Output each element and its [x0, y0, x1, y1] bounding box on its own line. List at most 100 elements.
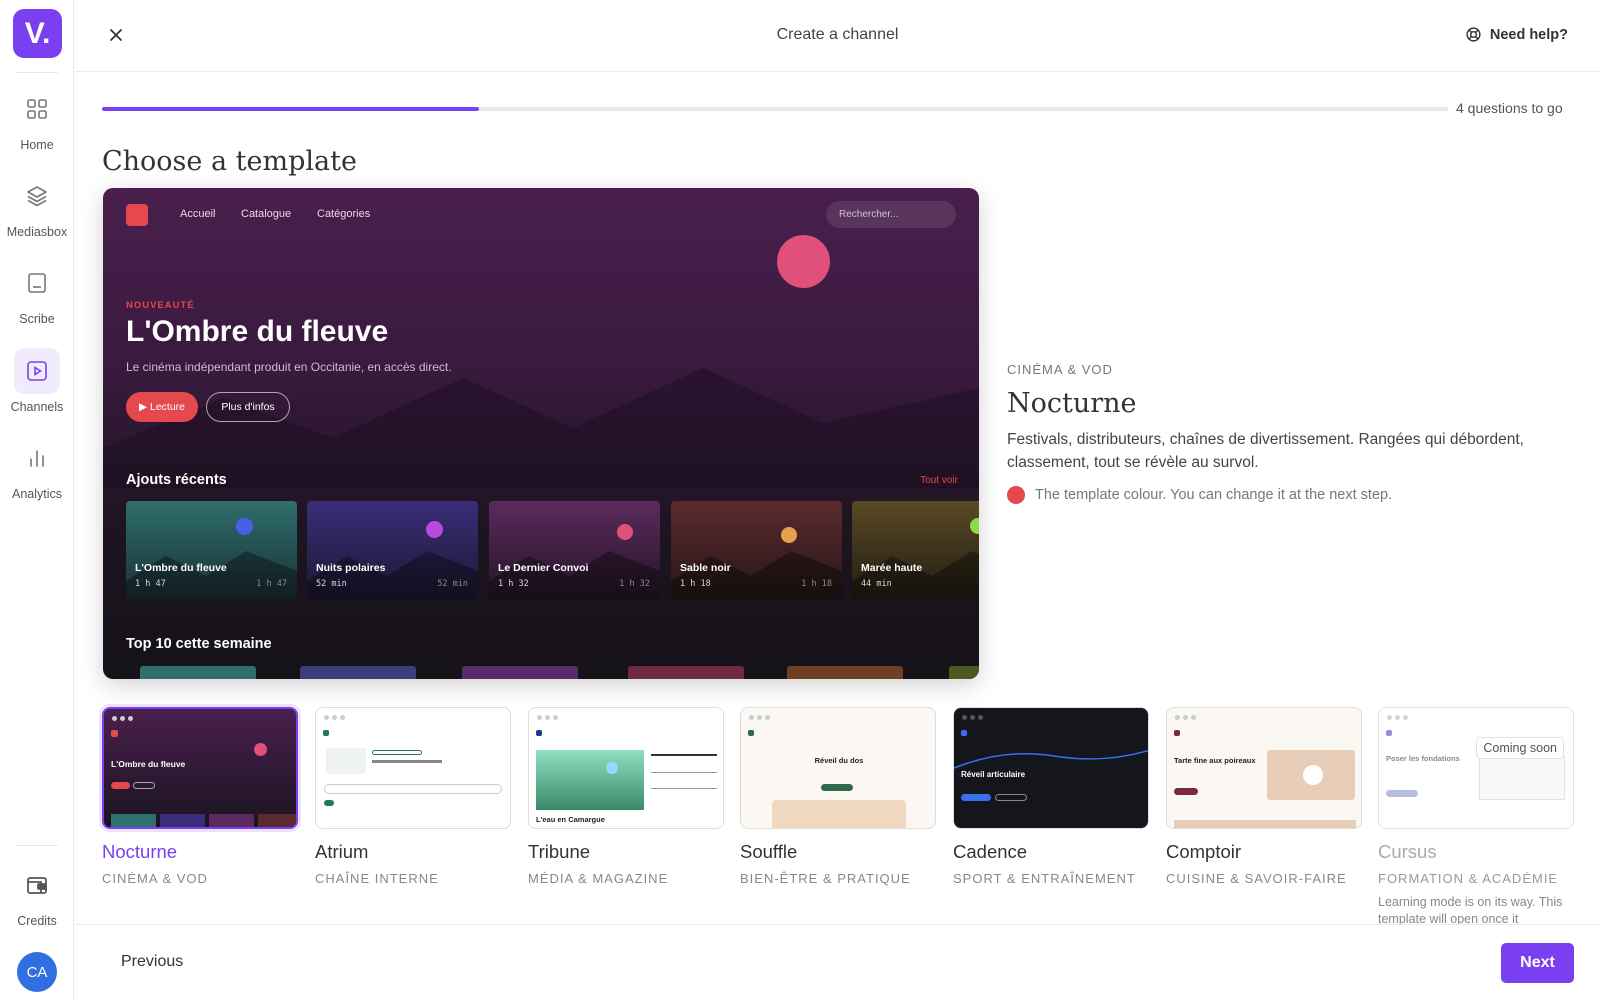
preview-top-card: [787, 666, 903, 679]
thumb-image: [1267, 750, 1355, 800]
template-thumbnail: Réveil du dos: [740, 707, 936, 829]
template-description: Festivals, distributeurs, chaînes de div…: [1007, 431, 1524, 471]
thumb-badge: [372, 750, 422, 755]
thumb-title: Tarte fine aux poireaux: [1174, 756, 1256, 765]
template-card-nocturne[interactable]: L'Ombre du fleuve Nocturne CINÉMA & VOD: [102, 707, 298, 886]
card-duration: 1 h 18: [801, 579, 832, 589]
card-title: Sable noir: [680, 562, 731, 574]
help-button[interactable]: Need help?: [1465, 26, 1568, 43]
template-card-cursus[interactable]: Poser les fondations Coming soon Cursus …: [1378, 707, 1574, 926]
card-circle: [617, 524, 633, 540]
coming-soon-badge: Coming soon: [1476, 737, 1564, 759]
sidebar-item-channels[interactable]: Channels: [0, 348, 74, 432]
play-square-icon: [14, 348, 60, 394]
template-category: CINÉMA & VOD: [1007, 362, 1113, 377]
preview-card: Le Dernier Convoi 1 h 32 1 h 32: [489, 501, 660, 599]
sidebar-item-label: Channels: [10, 400, 64, 414]
window-dots: [749, 715, 770, 720]
help-label: Need help?: [1489, 26, 1568, 43]
sidebar-item-analytics[interactable]: Analytics: [0, 435, 74, 519]
progress-fill: [102, 107, 479, 111]
avatar[interactable]: CA: [17, 952, 57, 992]
thumb-row: [1174, 820, 1356, 828]
card-circle: [970, 518, 979, 534]
thumb-plate: [1303, 765, 1323, 785]
next-button[interactable]: Next: [1501, 943, 1574, 983]
previous-button[interactable]: Previous: [121, 953, 183, 971]
sidebar-item-scribe[interactable]: Scribe: [0, 260, 74, 344]
template-card-souffle[interactable]: Réveil du dos Souffle BIEN-ÊTRE & PRATIQ…: [740, 707, 936, 886]
thumb-rule: [651, 788, 717, 789]
thumb-title: Poser les fondations: [1386, 754, 1460, 763]
template-card-atrium[interactable]: Atrium CHAÎNE INTERNE: [315, 707, 511, 886]
app-logo[interactable]: V.: [13, 9, 62, 58]
card-duration: 1 h 47: [135, 579, 166, 589]
template-category: BIEN-ÊTRE & PRATIQUE: [740, 871, 911, 886]
template-thumbnail: [315, 707, 511, 829]
card-duration: 1 h 32: [619, 579, 650, 589]
preview-title: L'Ombre du fleuve: [126, 315, 389, 348]
card-circle: [236, 518, 253, 535]
template-name: Cursus: [1378, 841, 1437, 862]
thumb-title: Réveil du dos: [814, 756, 864, 765]
grid-icon: [14, 86, 60, 132]
template-category: MÉDIA & MAGAZINE: [528, 871, 669, 886]
sidebar-item-label: Mediasbox: [6, 225, 68, 239]
template-thumbnail: Réveil articulaire: [953, 707, 1149, 829]
card-title: Le Dernier Convoi: [498, 562, 589, 574]
template-name: Atrium: [315, 841, 369, 862]
template-card-comptoir[interactable]: Tarte fine aux poireaux Comptoir CUISINE…: [1166, 707, 1362, 886]
thumb-button: [1174, 788, 1198, 795]
thumb-button: [111, 782, 130, 789]
preview-card: Nuits polaires 52 min 52 min: [307, 501, 478, 599]
sidebar-item-mediasbox[interactable]: Mediasbox: [0, 173, 74, 257]
preview-card: Sable noir 1 h 18 1 h 18: [671, 501, 842, 599]
colour-swatch[interactable]: [1007, 486, 1025, 504]
sidebar-item-label: Home: [20, 138, 54, 152]
thumb-search: [324, 784, 502, 794]
preview-moon: [777, 235, 830, 288]
template-preview: Accueil Catalogue Catégories Rechercher.…: [103, 188, 979, 679]
template-colour: The template colour. You can change it a…: [1007, 486, 1392, 504]
preview-see-all: Tout voir: [920, 475, 958, 486]
thumb-text: [372, 760, 442, 763]
sidebar-item-label: Analytics: [11, 487, 63, 501]
thumb-logo: [961, 730, 967, 736]
thumb-card: [209, 814, 254, 827]
bar-chart-icon: [14, 435, 60, 481]
card-duration: 44 min: [861, 579, 892, 589]
thumb-button: [133, 782, 155, 789]
template-card-cadence[interactable]: Réveil articulaire Cadence SPORT & ENTRA…: [953, 707, 1149, 886]
template-thumbnail: L'eau en Camargue: [528, 707, 724, 829]
header: Create a channel Need help?: [75, 0, 1600, 72]
thumb-button: [821, 784, 853, 791]
thumb-logo: [748, 730, 754, 736]
template-name: Tribune: [528, 841, 591, 862]
template-note: Learning mode is on its way. This templa…: [1378, 895, 1563, 926]
template-thumbnail: L'Ombre du fleuve: [102, 707, 298, 829]
window-dots: [1387, 715, 1408, 720]
template-category: CINÉMA & VOD: [102, 871, 208, 886]
preview-search: Rechercher...: [826, 201, 956, 228]
card-circle: [426, 521, 443, 538]
window-dots: [324, 715, 345, 720]
thumb-card: [111, 814, 156, 827]
template-card-tribune[interactable]: L'eau en Camargue Tribune MÉDIA & MAGAZI…: [528, 707, 724, 886]
card-duration: 52 min: [316, 579, 347, 589]
thumb-logo: [536, 730, 542, 736]
template-name: Souffle: [740, 841, 798, 862]
thumb-logo: [111, 730, 118, 737]
preview-top-card: [300, 666, 416, 679]
card-duration: 1 h 18: [680, 579, 711, 589]
wallet-icon: [14, 862, 60, 908]
thumb-button: [961, 794, 991, 801]
thumb-image: [772, 800, 906, 828]
preview-logo: [126, 204, 148, 226]
preview-top-title: Top 10 cette semaine: [126, 636, 272, 652]
preview-kicker: NOUVEAUTÉ: [126, 300, 195, 311]
preview-top-card: [462, 666, 578, 679]
template-category: SPORT & ENTRAÎNEMENT: [953, 871, 1136, 886]
sidebar-item-home[interactable]: Home: [0, 86, 74, 170]
sidebar-item-credits[interactable]: Credits: [0, 862, 74, 946]
thumb-logo: [1174, 730, 1180, 736]
